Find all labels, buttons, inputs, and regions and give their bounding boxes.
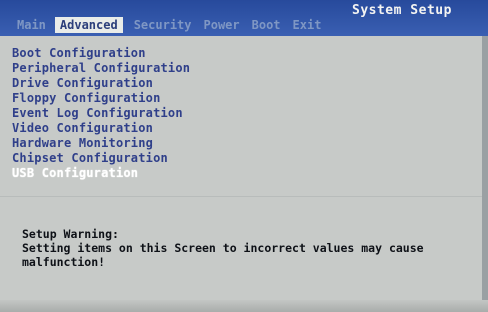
bottom-band [0, 300, 488, 312]
right-border [482, 36, 488, 312]
tab-bar: Main Advanced Security Power Boot Exit [14, 17, 330, 33]
tab-boot[interactable]: Boot [249, 17, 284, 33]
divider [0, 196, 488, 197]
menu-item-drive-configuration[interactable]: Drive Configuration [12, 76, 190, 91]
menu-item-usb-configuration[interactable]: USB Configuration [12, 166, 190, 181]
menu-item-video-configuration[interactable]: Video Configuration [12, 121, 190, 136]
menu-item-floppy-configuration[interactable]: Floppy Configuration [12, 91, 190, 106]
tab-advanced[interactable]: Advanced [54, 17, 123, 33]
tab-power[interactable]: Power [201, 17, 243, 33]
warning-text-line-1: Setting items on this Screen to incorrec… [22, 241, 424, 255]
warning-title: Setup Warning: [22, 227, 119, 241]
warning-text-line-2: malfunction! [22, 255, 106, 269]
menu-item-boot-configuration[interactable]: Boot Configuration [12, 46, 190, 61]
advanced-menu-list: Boot Configuration Peripheral Configurat… [12, 46, 190, 181]
tab-security[interactable]: Security [131, 17, 195, 33]
menu-item-peripheral-configuration[interactable]: Peripheral Configuration [12, 61, 190, 76]
menu-item-event-log-configuration[interactable]: Event Log Configuration [12, 106, 190, 121]
tab-main[interactable]: Main [14, 17, 49, 33]
bios-setup-screen: System Setup Main Advanced Security Powe… [0, 0, 488, 312]
menu-item-hardware-monitoring[interactable]: Hardware Monitoring [12, 136, 190, 151]
system-setup-title: System Setup [352, 3, 452, 18]
setup-warning: Setup Warning: Setting items on this Scr… [22, 227, 424, 269]
menu-item-chipset-configuration[interactable]: Chipset Configuration [12, 151, 190, 166]
tab-exit[interactable]: Exit [290, 17, 325, 33]
header-bar: System Setup Main Advanced Security Powe… [0, 0, 488, 36]
